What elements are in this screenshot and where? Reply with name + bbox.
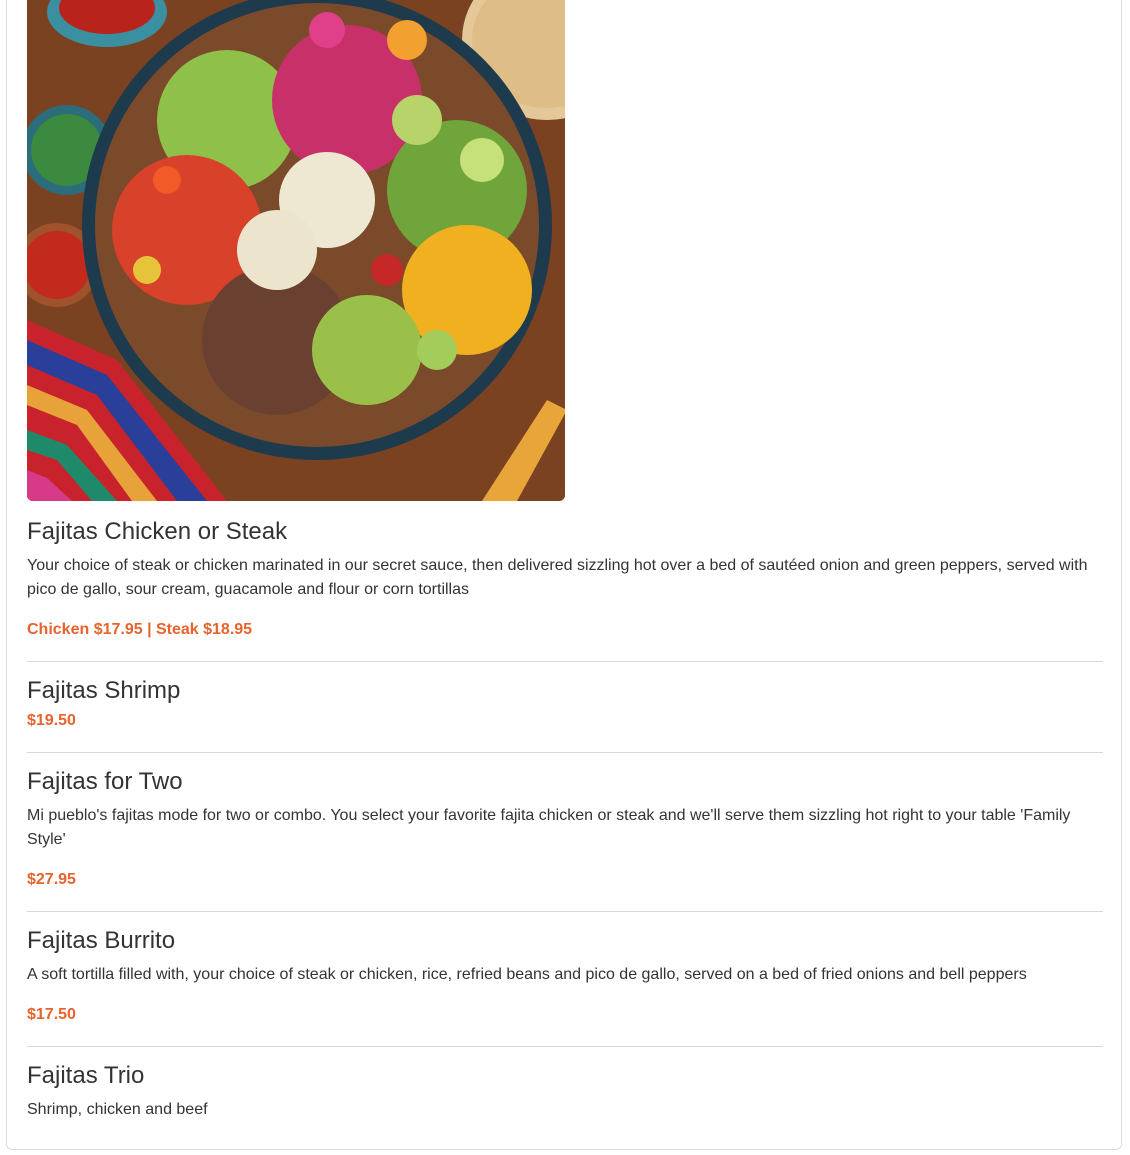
menu-item: Fajitas Chicken or Steak Your choice of … <box>27 517 1103 662</box>
menu-item-price: $17.50 <box>27 1006 76 1023</box>
menu-item: Fajitas Shrimp $19.50 <box>27 676 1103 753</box>
fajita-bowl-image <box>27 0 565 501</box>
menu-list: Fajitas Chicken or Steak Your choice of … <box>27 517 1103 1155</box>
menu-item-description: Your choice of steak or chicken marinate… <box>27 557 1088 598</box>
menu-item-price: Chicken $17.95 | Steak $18.95 <box>27 621 253 638</box>
menu-item-name: Fajitas Shrimp <box>27 677 181 704</box>
menu-item-price: $27.95 <box>27 871 76 888</box>
menu-item-name: Fajitas Chicken or Steak <box>27 518 288 545</box>
menu-item-name: Fajitas for Two <box>27 768 183 795</box>
menu-item: Fajitas Burrito A soft tortilla filled w… <box>27 926 1103 1047</box>
menu-item-description: Mi pueblo's fajitas mode for two or comb… <box>27 807 1071 848</box>
menu-item-description: Shrimp, chicken and beef <box>27 1101 208 1118</box>
menu-item-price: $19.50 <box>27 712 76 729</box>
menu-item-name: Fajitas Trio <box>27 1062 145 1089</box>
menu-item-description: A soft tortilla filled with, your choice… <box>27 966 1027 983</box>
menu-item: Fajitas Trio Shrimp, chicken and beef <box>27 1061 1103 1141</box>
menu-item-name: Fajitas Burrito <box>27 927 176 954</box>
menu-item: Fajitas for Two Mi pueblo's fajitas mode… <box>27 767 1103 912</box>
